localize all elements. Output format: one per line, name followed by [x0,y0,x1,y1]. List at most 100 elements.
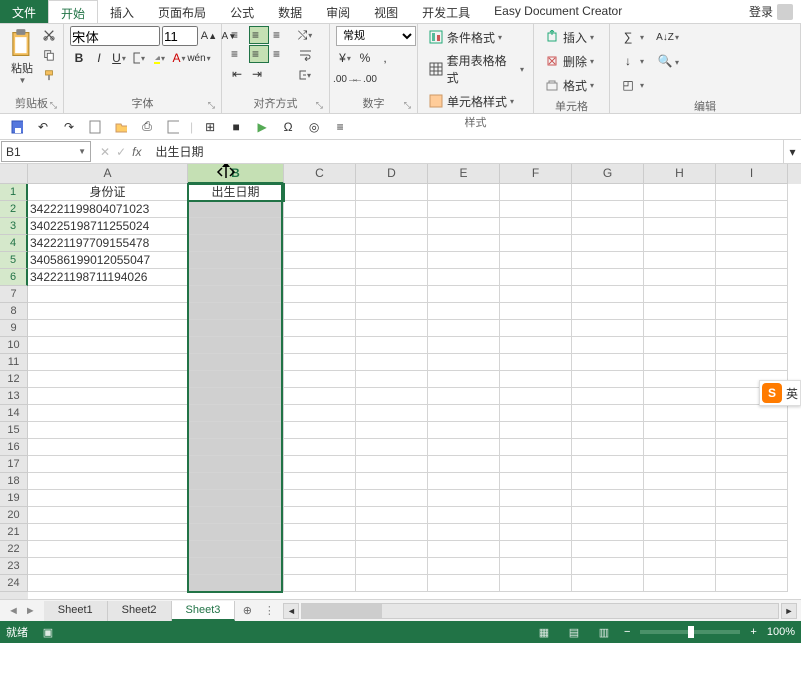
cell[interactable]: 出生日期 [188,184,284,201]
cell[interactable] [356,286,428,303]
cell[interactable] [500,354,572,371]
percent-button[interactable]: % [356,49,374,67]
name-box[interactable]: B1▼ [1,141,91,162]
qat-more-button[interactable]: ≡ [331,118,349,136]
cell[interactable] [716,337,788,354]
cell[interactable] [644,541,716,558]
qat-omega-button[interactable]: Ω [279,118,297,136]
cell[interactable] [28,354,188,371]
cell[interactable] [356,541,428,558]
cell[interactable] [500,490,572,507]
currency-button[interactable]: ¥▾ [336,49,354,67]
cell[interactable] [716,575,788,592]
tab-insert[interactable]: 插入 [98,0,146,23]
cell[interactable] [716,354,788,371]
cell[interactable] [572,218,644,235]
cell[interactable] [188,490,284,507]
cell[interactable] [28,541,188,558]
cell[interactable] [284,422,356,439]
cell[interactable] [428,371,500,388]
cell[interactable] [356,473,428,490]
cell[interactable] [500,456,572,473]
row-header[interactable]: 11 [0,354,28,371]
cell[interactable] [28,422,188,439]
cell[interactable] [716,541,788,558]
cell[interactable] [572,439,644,456]
cell[interactable]: 340586199012055047 [28,252,188,269]
cell[interactable] [284,456,356,473]
row-header[interactable]: 14 [0,405,28,422]
cell[interactable] [716,269,788,286]
cell[interactable] [188,371,284,388]
cell[interactable] [572,541,644,558]
ime-indicator[interactable]: S 英 [759,380,801,406]
tab-file[interactable]: 文件 [0,0,48,23]
orientation-button[interactable]: ⤭▾ [296,26,314,44]
cell[interactable] [500,541,572,558]
cell[interactable] [428,439,500,456]
cell[interactable] [716,218,788,235]
sheet-nav-prev[interactable]: ◄ [8,605,19,617]
row-header[interactable]: 22 [0,541,28,558]
cell[interactable] [572,405,644,422]
cell[interactable] [500,235,572,252]
table-format-button[interactable]: 套用表格格式▾ [424,50,527,88]
cell[interactable] [500,422,572,439]
cell[interactable] [644,507,716,524]
cell[interactable] [644,558,716,575]
cell[interactable] [500,371,572,388]
row-header[interactable]: 13 [0,388,28,405]
dialog-launcher-icon[interactable]: ⤡ [404,100,411,111]
column-header-H[interactable]: H [644,164,716,184]
cell[interactable] [188,456,284,473]
cell[interactable] [188,286,284,303]
cell[interactable] [572,201,644,218]
cell[interactable]: 342221199804071023 [28,201,188,218]
align-top-button[interactable]: ≡ [228,26,248,44]
row-header[interactable]: 4 [0,235,28,252]
cell[interactable]: 342221198711194026 [28,269,188,286]
cell[interactable] [644,473,716,490]
qat-circle-button[interactable]: ◎ [305,118,323,136]
comma-button[interactable]: , [376,49,394,67]
qat-undo-button[interactable]: ↶ [34,118,52,136]
cell[interactable] [356,439,428,456]
column-header-E[interactable]: E [428,164,500,184]
cell[interactable] [716,473,788,490]
scroll-right-button[interactable]: ► [781,603,797,619]
cell[interactable] [284,235,356,252]
cell[interactable] [284,286,356,303]
cell[interactable] [644,371,716,388]
cell[interactable] [28,558,188,575]
cell[interactable] [500,286,572,303]
cell[interactable] [572,286,644,303]
cell[interactable] [188,337,284,354]
cell[interactable] [188,439,284,456]
italic-button[interactable]: I [90,49,108,67]
row-header[interactable]: 23 [0,558,28,575]
cell[interactable] [644,354,716,371]
row-header[interactable]: 9 [0,320,28,337]
cell[interactable] [28,337,188,354]
cell[interactable]: 340225198711255024 [28,218,188,235]
cell[interactable] [28,473,188,490]
row-header[interactable]: 3 [0,218,28,235]
row-header[interactable]: 5 [0,252,28,269]
cell[interactable] [284,524,356,541]
qat-vba-button[interactable] [164,118,182,136]
cell[interactable] [356,235,428,252]
normal-view-button[interactable]: ▦ [534,624,554,640]
cell[interactable] [716,507,788,524]
row-header[interactable]: 7 [0,286,28,303]
cell[interactable] [428,456,500,473]
cell[interactable] [188,252,284,269]
cell[interactable] [188,320,284,337]
expand-formula-button[interactable]: ▾ [783,140,801,163]
cell[interactable] [500,507,572,524]
cell[interactable] [500,388,572,405]
row-header[interactable]: 20 [0,507,28,524]
cell[interactable] [716,184,788,201]
cell[interactable] [188,473,284,490]
column-header-D[interactable]: D [356,164,428,184]
cell[interactable] [188,235,284,252]
